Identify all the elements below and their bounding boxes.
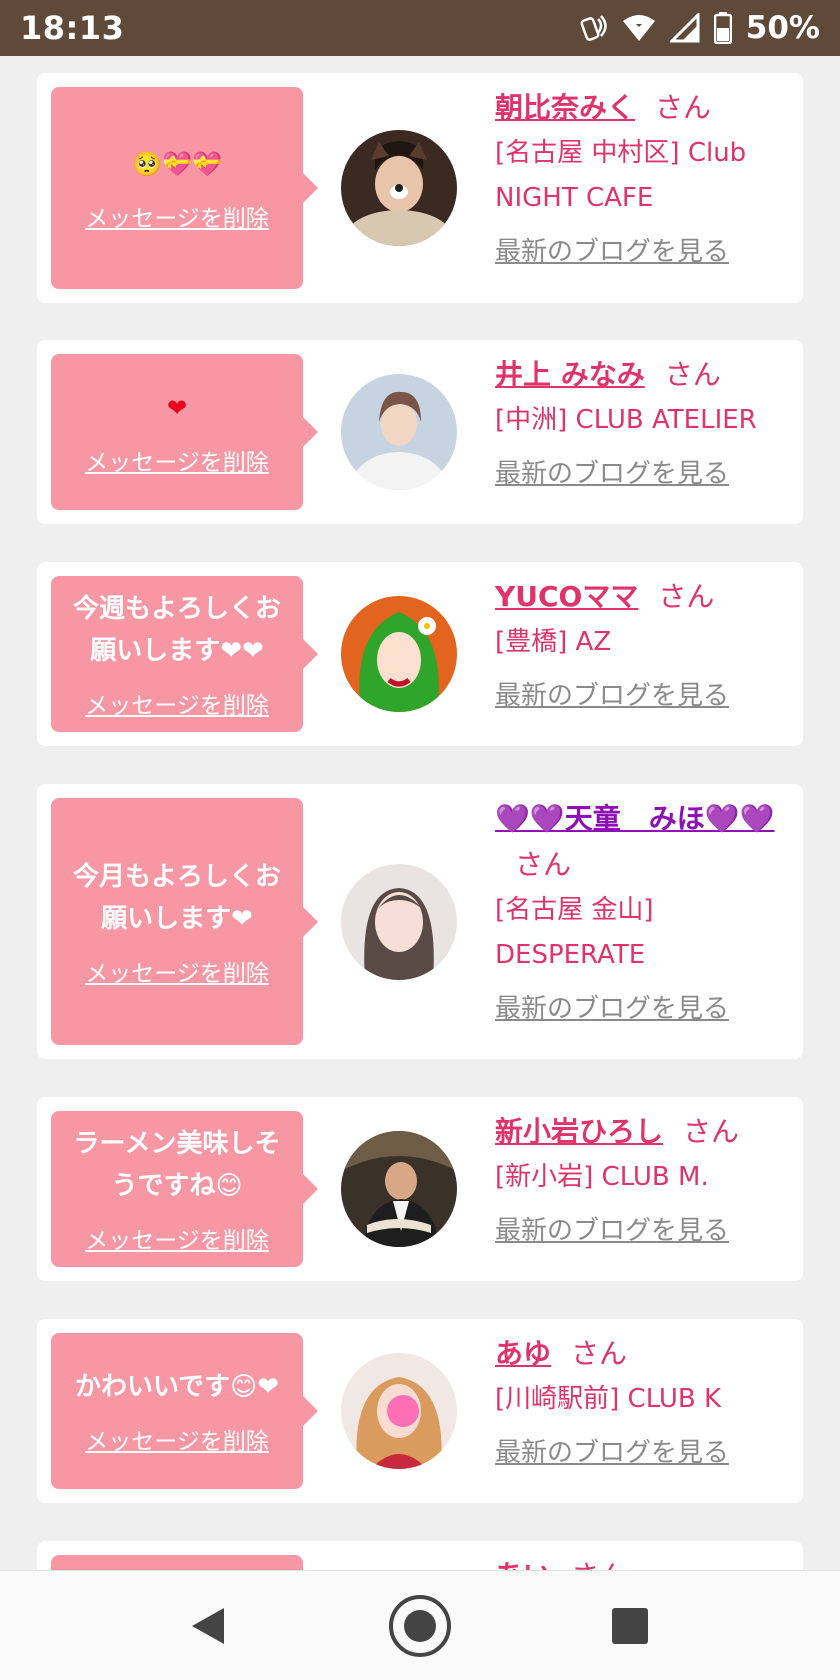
delete-message-link[interactable]: メッセージを削除	[85, 1221, 269, 1255]
profile-name-link[interactable]: 💜💜天童 みほ💜💜	[495, 802, 774, 835]
profile-info: 💜💜天童 みほ💜💜 さん [名古屋 金山] DESPERATE 最新のブログを見る	[495, 796, 795, 1025]
honorific: さん	[658, 580, 715, 613]
shop-label: [中洲] CLUB ATELIER	[495, 405, 757, 435]
honorific: さん	[571, 1337, 628, 1370]
shop-label: [豊橋] AZ	[495, 627, 612, 657]
status-time: 18:13	[20, 9, 125, 47]
shop-label: [川崎駅前] CLUB K	[495, 1384, 722, 1414]
profile-name-line: あゆ さん	[495, 1331, 795, 1377]
profile-name-link[interactable]: YUCOママ	[495, 580, 638, 613]
honorific: さん	[655, 91, 712, 124]
list-item: 今月もよろしくお願いします❤ メッセージを削除 💜💜天童 みほ💜💜 さん [名古屋…	[37, 784, 803, 1059]
profile-name-line: 井上 みなみ さん	[495, 352, 795, 398]
recents-button[interactable]	[560, 1571, 700, 1680]
message-bubble: 今週もよろしくお願いします❤❤ メッセージを削除	[51, 576, 318, 732]
message-list[interactable]: 🥺💝💝 メッセージを削除 朝比奈みく さん [名古屋 中村区] Club NIGH…	[0, 56, 840, 1570]
message-text: かわいいです😊❤	[74, 1372, 280, 1402]
profile-name-line: YUCOママ さん	[495, 574, 795, 620]
recents-icon	[612, 1608, 648, 1644]
delete-message-link[interactable]: メッセージを削除	[85, 1422, 269, 1456]
message-bubble	[51, 1555, 303, 1570]
profile-name-link[interactable]: 井上 みなみ	[495, 358, 645, 391]
message-text: 今月もよろしくお願いします❤	[72, 861, 281, 934]
profile-name-line: 朝比奈みく さん	[495, 85, 795, 131]
profile-info: 新小岩ひろし さん [新小岩] CLUB M. 最新のブログを見る	[495, 1109, 795, 1247]
avatar[interactable]	[341, 864, 457, 980]
battery-icon	[713, 12, 732, 44]
list-item: あい さん	[37, 1541, 803, 1570]
message-text: 🥺💝💝	[132, 150, 222, 178]
latest-blog-link[interactable]: 最新のブログを見る	[495, 231, 795, 268]
navigation-bar	[0, 1570, 840, 1680]
delete-message-link[interactable]: メッセージを削除	[85, 443, 269, 477]
list-item: かわいいです😊❤ メッセージを削除 あゆ さん [川崎駅前] CLUB K 最新の…	[37, 1319, 803, 1503]
profile-info: あゆ さん [川崎駅前] CLUB K 最新のブログを見る	[495, 1331, 795, 1469]
home-icon	[389, 1595, 451, 1657]
latest-blog-link[interactable]: 最新のブログを見る	[495, 988, 795, 1025]
signal-icon	[669, 13, 700, 43]
message-text: ラーメン美味しそうですね😊	[73, 1129, 281, 1201]
honorific: さん	[571, 1559, 627, 1570]
profile-name-link[interactable]: あい	[495, 1559, 551, 1570]
honorific: さん	[664, 358, 721, 391]
shop-label: [新小岩] CLUB M.	[495, 1162, 709, 1192]
avatar[interactable]	[341, 596, 457, 712]
profile-info: 井上 みなみ さん [中洲] CLUB ATELIER 最新のブログを見る	[495, 352, 795, 490]
message-bubble: ラーメン美味しそうですね😊 メッセージを削除	[51, 1111, 318, 1267]
latest-blog-link[interactable]: 最新のブログを見る	[495, 675, 795, 712]
wifi-icon	[622, 13, 656, 43]
list-item: ラーメン美味しそうですね😊 メッセージを削除 新小岩ひろし さん [新小岩] CL…	[37, 1097, 803, 1281]
message-bubble: 🥺💝💝 メッセージを削除	[51, 87, 318, 289]
shop-label: [名古屋 金山] DESPERATE	[495, 895, 654, 970]
latest-blog-link[interactable]: 最新のブログを見る	[495, 1432, 795, 1469]
message-text: ❤	[166, 394, 188, 422]
delete-message-link[interactable]: メッセージを削除	[85, 199, 269, 233]
shop-label: [名古屋 中村区] Club NIGHT CAFE	[495, 138, 747, 213]
profile-name-link[interactable]: 朝比奈みく	[495, 91, 635, 124]
profile-name-line: 新小岩ひろし さん	[495, 1109, 795, 1155]
profile-name-line: 💜💜天童 みほ💜💜 さん	[495, 796, 795, 888]
list-item: ❤ メッセージを削除 井上 みなみ さん [中洲] CLUB ATELIER 最新…	[37, 340, 803, 524]
avatar[interactable]	[341, 1131, 457, 1247]
nfc-icon	[578, 13, 608, 43]
avatar[interactable]	[341, 1353, 457, 1469]
profile-name-link[interactable]: あゆ	[495, 1337, 551, 1370]
honorific: さん	[683, 1115, 740, 1148]
message-bubble: 今月もよろしくお願いします❤ メッセージを削除	[51, 798, 318, 1045]
status-icons: 50%	[578, 10, 820, 46]
latest-blog-link[interactable]: 最新のブログを見る	[495, 1210, 795, 1247]
avatar[interactable]	[341, 374, 457, 490]
profile-name-line: あい さん	[495, 1553, 795, 1570]
honorific: さん	[515, 848, 572, 881]
latest-blog-link[interactable]: 最新のブログを見る	[495, 453, 795, 490]
message-bubble: かわいいです😊❤ メッセージを削除	[51, 1333, 318, 1489]
profile-info: あい さん	[495, 1553, 795, 1570]
list-item: 今週もよろしくお願いします❤❤ メッセージを削除 YUCOママ さん [豊橋] A…	[37, 562, 803, 746]
status-bar: 18:13 50%	[0, 0, 840, 56]
message-bubble: ❤ メッセージを削除	[51, 354, 318, 510]
battery-percent: 50%	[745, 10, 820, 46]
avatar[interactable]	[341, 130, 457, 246]
delete-message-link[interactable]: メッセージを削除	[85, 954, 269, 988]
delete-message-link[interactable]: メッセージを削除	[85, 686, 269, 720]
home-button[interactable]	[350, 1571, 490, 1680]
list-item: 🥺💝💝 メッセージを削除 朝比奈みく さん [名古屋 中村区] Club NIGH…	[37, 73, 803, 303]
back-icon	[192, 1608, 224, 1644]
message-text: 今週もよろしくお願いします❤❤	[72, 594, 281, 666]
back-button[interactable]	[138, 1571, 278, 1680]
profile-info: 朝比奈みく さん [名古屋 中村区] Club NIGHT CAFE 最新のブログ…	[495, 85, 795, 268]
profile-info: YUCOママ さん [豊橋] AZ 最新のブログを見る	[495, 574, 795, 712]
profile-name-link[interactable]: 新小岩ひろし	[495, 1115, 663, 1148]
